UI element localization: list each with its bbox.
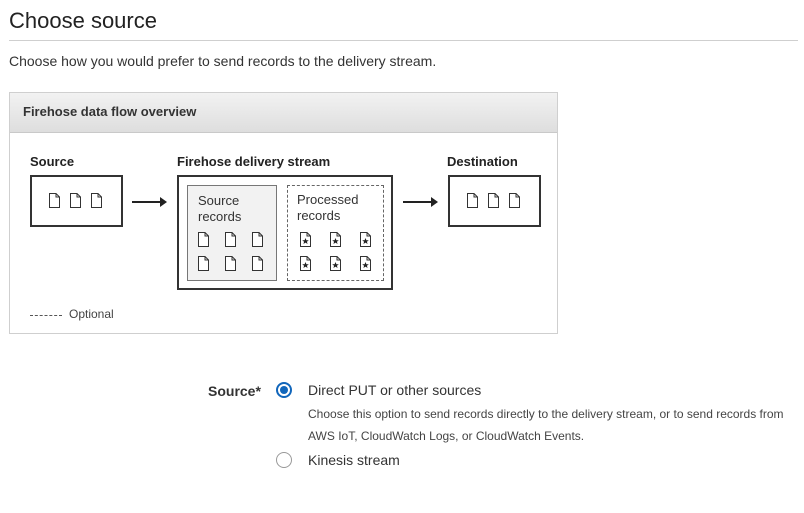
document-icon (91, 193, 102, 208)
flow-arrow-icon (403, 197, 438, 207)
document-icon (70, 193, 81, 208)
data-flow-overview-panel: Firehose data flow overview Source Fireh… (9, 92, 558, 334)
document-icon (467, 193, 478, 208)
processed-records-label-line1: Processed (297, 192, 359, 207)
processed-document-icon (330, 232, 341, 247)
flow-arrow-icon (132, 197, 167, 207)
panel-heading: Firehose data flow overview (10, 93, 557, 133)
source-records-box: Source records (187, 185, 277, 281)
document-icon (488, 193, 499, 208)
document-icon (252, 232, 263, 247)
source-field-label: Source* (208, 383, 261, 399)
page-title: Choose source (9, 8, 157, 33)
page-subtitle: Choose how you would prefer to send reco… (9, 53, 437, 69)
source-records-label-line1: Source (198, 193, 240, 208)
document-icon (198, 256, 209, 271)
direct-put-radio[interactable] (276, 382, 292, 398)
document-icon (252, 256, 263, 271)
document-icon (225, 256, 236, 271)
stream-diagram-label: Firehose delivery stream (177, 154, 331, 169)
title-divider (9, 40, 798, 41)
destination-diagram-label: Destination (447, 154, 518, 169)
optional-legend-line (30, 315, 62, 316)
processed-document-icon (330, 256, 341, 271)
kinesis-stream-option-label[interactable]: Kinesis stream (308, 452, 400, 468)
document-icon (225, 232, 236, 247)
source-records-label-line2: records (198, 209, 242, 224)
kinesis-stream-radio[interactable] (276, 452, 292, 468)
document-icon (198, 232, 209, 247)
source-box (30, 175, 123, 227)
processed-document-icon (360, 256, 371, 271)
processed-document-icon (360, 232, 371, 247)
delivery-stream-box: Source records Processed records (177, 175, 393, 290)
direct-put-option-description: Choose this option to send records direc… (308, 407, 784, 443)
processed-records-label-line2: records (297, 208, 341, 223)
direct-put-option-label[interactable]: Direct PUT or other sources (308, 382, 481, 398)
destination-box (448, 175, 541, 227)
document-icon (509, 193, 520, 208)
processed-records-box: Processed records (287, 185, 384, 281)
optional-legend-label: Optional (69, 307, 114, 321)
processed-document-icon (300, 256, 311, 271)
source-diagram-label: Source (30, 154, 75, 169)
processed-document-icon (300, 232, 311, 247)
document-icon (49, 193, 60, 208)
